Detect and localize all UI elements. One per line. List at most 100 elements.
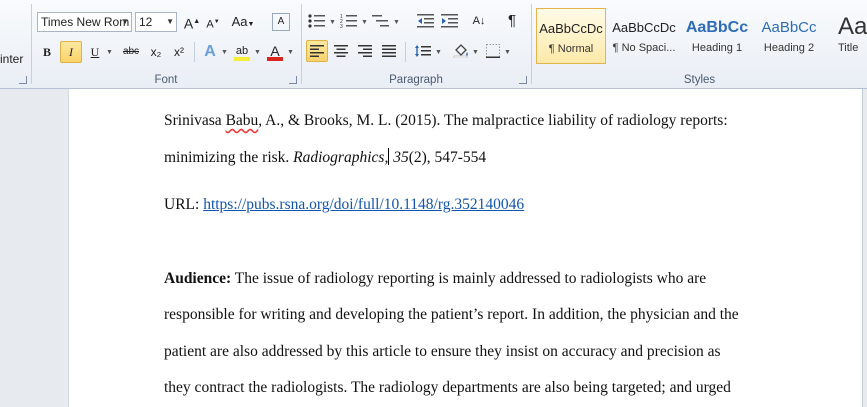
- align-right-icon: [358, 45, 372, 57]
- paragraph-launcher-icon[interactable]: [519, 76, 527, 84]
- shading-button[interactable]: [450, 40, 472, 62]
- style-preview: AaBbCc: [685, 19, 749, 36]
- font-name-combo[interactable]: Times New Rom ▼: [37, 12, 132, 32]
- superscript-button[interactable]: x²: [168, 41, 190, 63]
- increase-indent-icon[interactable]: [441, 13, 459, 29]
- paint-bucket-icon: [453, 44, 468, 59]
- journal-volume: 35: [389, 149, 409, 166]
- font-color-button[interactable]: A: [264, 40, 286, 62]
- chevron-down-icon[interactable]: ▼: [504, 49, 511, 56]
- audience-heading: Audience:: [164, 270, 232, 287]
- decrease-indent-icon[interactable]: [417, 13, 435, 29]
- chevron-down-icon[interactable]: ▼: [106, 49, 113, 56]
- subscript-button[interactable]: x₂: [145, 41, 167, 63]
- audience-text: The issue of radiology reporting is main…: [231, 270, 707, 287]
- style-normal[interactable]: AaBbCcDc ¶ Normal: [536, 8, 606, 64]
- reference-text: (2), 547-554: [408, 149, 487, 166]
- chevron-down-icon[interactable]: ▼: [393, 19, 400, 26]
- font-group: Times New Rom ▼ 12 ▼ A▲ A▼ Aa▼ A B I U ▼…: [32, 0, 300, 88]
- chevron-down-icon[interactable]: ▼: [221, 49, 228, 56]
- styles-group-label: Styles: [683, 74, 716, 86]
- audience-line-2[interactable]: responsible for writing and developing t…: [164, 306, 764, 324]
- font-color-swatch: [267, 57, 283, 61]
- style-heading-2[interactable]: AaBbCc Heading 2: [754, 8, 824, 64]
- url-line[interactable]: URL: https://pubs.rsna.org/doi/full/10.1…: [164, 196, 764, 214]
- audience-line-3[interactable]: patient are also addressed by this artic…: [164, 343, 764, 361]
- style-heading-1[interactable]: AaBbCc Heading 1: [682, 8, 752, 64]
- align-center-icon: [334, 45, 348, 57]
- reference-text: Srinivasa: [164, 112, 226, 129]
- url-link[interactable]: https://pubs.rsna.org/doi/full/10.1148/r…: [203, 196, 524, 213]
- chevron-down-icon[interactable]: ▼: [254, 49, 261, 56]
- toolbar-separator: [194, 42, 195, 62]
- format-painter-label[interactable]: inter: [0, 52, 23, 66]
- show-formatting-button[interactable]: ¶: [501, 10, 523, 32]
- align-left-button[interactable]: [306, 40, 328, 62]
- underline-icon: U: [90, 45, 100, 59]
- styles-group: AaBbCcDc ¶ Normal AaBbCcDc ¶ No Spaci...…: [532, 0, 867, 88]
- grow-font-icon: A: [183, 15, 194, 32]
- url-label: URL:: [164, 196, 204, 213]
- font-name-value: Times New Rom: [41, 15, 130, 29]
- style-name: Heading 2: [763, 42, 815, 54]
- grow-font-button[interactable]: A▲: [181, 11, 203, 33]
- style-no-spacing[interactable]: AaBbCcDc ¶ No Spaci...: [609, 8, 679, 64]
- align-right-button[interactable]: [354, 40, 376, 62]
- document-page[interactable]: Srinivasa Babu, A., & Brooks, M. L. (201…: [68, 89, 863, 407]
- document-area[interactable]: Srinivasa Babu, A., & Brooks, M. L. (201…: [0, 89, 867, 407]
- change-case-button[interactable]: Aa▼: [229, 11, 257, 33]
- shrink-font-button[interactable]: A▼: [202, 11, 224, 33]
- multilevel-list-icon[interactable]: [372, 13, 390, 29]
- sort-button[interactable]: A↓: [468, 10, 490, 32]
- bold-button[interactable]: B: [36, 41, 58, 63]
- strikethrough-icon: abc: [122, 46, 140, 57]
- chevron-down-icon[interactable]: ▼: [435, 49, 442, 56]
- borders-button[interactable]: [482, 40, 504, 62]
- reference-text: , A., & Brooks, M. L. (2015). The malpra…: [258, 112, 728, 129]
- audience-line-4[interactable]: they contract the radiologists. The radi…: [164, 379, 764, 397]
- reference-line-1[interactable]: Srinivasa Babu, A., & Brooks, M. L. (201…: [164, 112, 764, 130]
- borders-icon: [486, 44, 500, 58]
- style-preview: AaBbCc: [761, 19, 817, 36]
- style-name: ¶ No Spaci...: [612, 42, 676, 54]
- clear-formatting-icon: A: [277, 16, 285, 27]
- superscript-icon: x²: [174, 45, 184, 59]
- toolbar-separator: [405, 42, 406, 62]
- align-center-button[interactable]: [330, 40, 352, 62]
- style-name: Heading 1: [691, 42, 743, 54]
- journal-name: Radiographics: [293, 149, 385, 166]
- style-title[interactable]: Aa Title: [826, 8, 867, 64]
- clipboard-launcher-icon[interactable]: [19, 76, 27, 84]
- highlight-color-swatch: [234, 57, 250, 61]
- change-case-icon: Aa: [231, 14, 248, 29]
- shrink-font-icon: A: [206, 18, 214, 31]
- misspelled-word[interactable]: Babu: [226, 112, 259, 129]
- highlight-button[interactable]: ab: [231, 40, 253, 62]
- chevron-down-icon: ▼: [121, 17, 129, 26]
- chevron-down-icon[interactable]: ▼: [361, 19, 368, 26]
- text-effects-button[interactable]: A: [199, 41, 221, 63]
- clipboard-group: inter: [0, 0, 30, 88]
- ribbon: inter Times New Rom ▼ 12 ▼ A▲ A▼ Aa▼ A B…: [0, 0, 867, 89]
- chevron-down-icon[interactable]: ▼: [287, 49, 294, 56]
- bullets-icon[interactable]: [308, 13, 326, 29]
- reference-line-2[interactable]: minimizing the risk. Radiographics, 35(2…: [164, 148, 764, 167]
- font-launcher-icon[interactable]: [289, 76, 297, 84]
- justify-icon: [382, 45, 396, 57]
- audience-line-1[interactable]: Audience: The issue of radiology reporti…: [164, 270, 764, 288]
- reference-text: minimizing the risk.: [164, 149, 294, 166]
- clear-formatting-button[interactable]: A: [272, 13, 290, 31]
- svg-text:3: 3: [340, 24, 343, 29]
- italic-icon: I: [69, 45, 73, 59]
- italic-button[interactable]: I: [60, 41, 82, 63]
- chevron-down-icon: ▼: [166, 17, 174, 26]
- strikethrough-button[interactable]: abc: [118, 41, 144, 63]
- justify-button[interactable]: [378, 40, 400, 62]
- chevron-down-icon[interactable]: ▼: [472, 49, 479, 56]
- line-spacing-button[interactable]: [412, 40, 434, 62]
- text-effects-icon: A: [204, 43, 216, 60]
- numbering-icon[interactable]: 1 2 3: [340, 13, 358, 29]
- underline-button[interactable]: U: [84, 41, 106, 63]
- chevron-down-icon[interactable]: ▼: [329, 19, 336, 26]
- font-size-combo[interactable]: 12 ▼: [135, 12, 177, 32]
